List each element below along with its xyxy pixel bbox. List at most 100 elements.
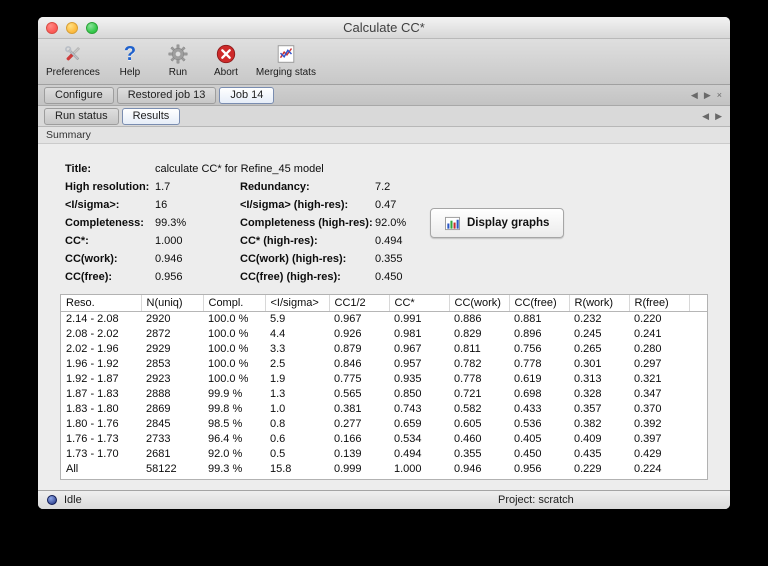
tab-scroll-left-icon[interactable]: ◀	[691, 90, 698, 100]
cell-filler	[689, 357, 707, 372]
cell-reso: 2.08 - 2.02	[66, 327, 119, 340]
cell-nuniq: 2681	[146, 447, 171, 460]
summary-row: High resolution: 1.7 Redundancy: 7.2	[65, 178, 708, 196]
display-graphs-label: Display graphs	[467, 217, 550, 229]
preferences-icon	[62, 42, 84, 66]
abort-icon	[215, 42, 237, 66]
table-row[interactable]: 1.83 - 1.80 2869 99.8 % 1.0 0.381 0.743 …	[61, 402, 707, 417]
toolbar-button-abort[interactable]: Abort	[208, 42, 244, 78]
table-row[interactable]: 2.14 - 2.08 2920 100.0 % 5.9 0.967 0.991…	[61, 311, 707, 327]
cell-ccwork: 0.582	[454, 402, 482, 415]
toolbar-button-run[interactable]: Run	[160, 42, 196, 78]
col-header-ccfree[interactable]: CC(free)	[509, 295, 570, 312]
cell-filler	[689, 417, 707, 432]
traffic-lights	[46, 22, 98, 34]
results-panel: Title: calculate CC* for Refine_45 model…	[38, 144, 730, 490]
cell-ccfree: 0.536	[514, 417, 542, 430]
zoom-window-button[interactable]	[86, 22, 98, 34]
summary-label: CC(free):	[65, 271, 113, 283]
summary-label-highres: Redundancy:	[240, 181, 310, 193]
cell-ccfree: 0.450	[514, 447, 542, 460]
table-row[interactable]: 2.02 - 1.96 2929 100.0 % 3.3 0.879 0.967…	[61, 342, 707, 357]
cell-ccfree: 0.698	[514, 387, 542, 400]
tab-restored-job-13[interactable]: Restored job 13	[116, 86, 217, 104]
toolbar-button-help[interactable]: ? Help	[112, 42, 148, 78]
cell-ccwork: 0.721	[454, 387, 482, 400]
cell-isigma: 2.5	[270, 357, 286, 370]
cell-filler	[689, 462, 707, 477]
statistics-table-panel[interactable]: Reso. N(uniq) Compl. <I/sigma> CC1/2 CC*…	[60, 294, 708, 480]
cell-rwork: 0.265	[574, 342, 602, 355]
summary-label-highres	[240, 160, 375, 178]
cell-reso: 1.92 - 1.87	[66, 372, 119, 385]
cell-rwork: 0.435	[574, 447, 602, 460]
cell-cc12: 0.846	[334, 357, 362, 370]
col-header-isigma[interactable]: <I/sigma>	[265, 295, 330, 312]
tab-scroll-right-icon[interactable]: ▶	[704, 90, 711, 100]
cell-ccstar: 0.743	[394, 402, 422, 415]
cell-reso: 1.83 - 1.80	[66, 402, 119, 415]
cell-rwork: 0.229	[574, 462, 602, 475]
col-header-ccwork[interactable]: CC(work)	[449, 295, 510, 312]
cell-nuniq: 58122	[146, 462, 177, 475]
cell-ccfree: 0.778	[514, 357, 542, 370]
tab-configure[interactable]: Configure	[44, 86, 114, 104]
window-titlebar[interactable]: Calculate CC*	[38, 17, 730, 39]
table-row[interactable]: 1.76 - 1.73 2733 96.4 % 0.6 0.166 0.534 …	[61, 432, 707, 447]
cell-ccstar: 0.935	[394, 372, 422, 385]
cell-compl: 99.3 %	[208, 462, 243, 475]
tab-job-14[interactable]: Job 14	[219, 86, 275, 104]
cell-rfree: 0.397	[634, 432, 662, 445]
table-row[interactable]: All 58122 99.3 % 15.8 0.999 1.000 0.946 …	[61, 462, 707, 477]
help-icon: ?	[123, 43, 137, 65]
summary-value-highres: 0.355	[375, 253, 403, 265]
cell-nuniq: 2845	[146, 417, 171, 430]
table-row[interactable]: 1.73 - 1.70 2681 92.0 % 0.5 0.139 0.494 …	[61, 447, 707, 462]
subtab-scroll-left-icon[interactable]: ◀	[702, 111, 709, 121]
bar-chart-icon	[445, 216, 460, 231]
subtab-results[interactable]: Results	[121, 107, 181, 125]
col-header-ccstar[interactable]: CC*	[389, 295, 450, 312]
status-bar: Idle Project: scratch	[38, 490, 730, 509]
cell-rwork: 0.301	[574, 357, 602, 370]
summary-label-highres: Completeness (high-res):	[240, 217, 373, 229]
cell-rfree: 0.321	[634, 372, 662, 385]
minimize-window-button[interactable]	[66, 22, 78, 34]
cell-isigma: 0.6	[270, 432, 286, 445]
col-header-compl[interactable]: Compl.	[203, 295, 266, 312]
cell-compl: 100.0 %	[208, 342, 249, 355]
tab-nav-controls: ◀ ▶ ×	[691, 90, 722, 100]
tab-close-icon[interactable]: ×	[717, 90, 722, 100]
table-row[interactable]: 1.80 - 1.76 2845 98.5 % 0.8 0.277 0.659 …	[61, 417, 707, 432]
display-graphs-button[interactable]: Display graphs	[430, 208, 565, 238]
cell-isigma: 0.8	[270, 417, 286, 430]
col-header-rwork[interactable]: R(work)	[569, 295, 630, 312]
close-window-button[interactable]	[46, 22, 58, 34]
cell-ccstar: 0.967	[394, 342, 422, 355]
col-header-rfree[interactable]: R(free)	[629, 295, 690, 312]
summary-value-highres: 0.450	[375, 271, 403, 283]
summary-row: Completeness: 99.3% Completeness (high-r…	[65, 214, 708, 232]
col-header-cc12[interactable]: CC1/2	[329, 295, 390, 312]
cell-reso: 2.14 - 2.08	[66, 312, 119, 325]
cell-ccfree: 0.756	[514, 342, 542, 355]
toolbar-button-preferences[interactable]: Preferences	[46, 42, 100, 78]
col-header-reso[interactable]: Reso.	[61, 295, 142, 312]
cell-rfree: 0.392	[634, 417, 662, 430]
table-row[interactable]: 2.08 - 2.02 2872 100.0 % 4.4 0.926 0.981…	[61, 327, 707, 342]
cell-filler	[689, 447, 707, 462]
subtab-scroll-right-icon[interactable]: ▶	[715, 111, 722, 121]
merging-stats-icon	[275, 42, 297, 66]
subtab-run-status[interactable]: Run status	[44, 107, 119, 125]
cell-isigma: 1.9	[270, 372, 286, 385]
col-header-nuniq[interactable]: N(uniq)	[141, 295, 204, 312]
table-row[interactable]: 1.96 - 1.92 2853 100.0 % 2.5 0.846 0.957…	[61, 357, 707, 372]
cell-rfree: 0.370	[634, 402, 662, 415]
cell-ccstar: 0.534	[394, 432, 422, 445]
toolbar-button-merging-stats[interactable]: Merging stats	[256, 42, 316, 78]
job-tab-bar: Configure Restored job 13 Job 14 ◀ ▶ ×	[38, 85, 730, 106]
table-row[interactable]: 1.92 - 1.87 2923 100.0 % 1.9 0.775 0.935…	[61, 372, 707, 387]
table-row[interactable]: 1.87 - 1.83 2888 99.9 % 1.3 0.565 0.850 …	[61, 387, 707, 402]
cell-rwork: 0.357	[574, 402, 602, 415]
summary-row: CC(work): 0.946 CC(work) (high-res): 0.3…	[65, 250, 708, 268]
